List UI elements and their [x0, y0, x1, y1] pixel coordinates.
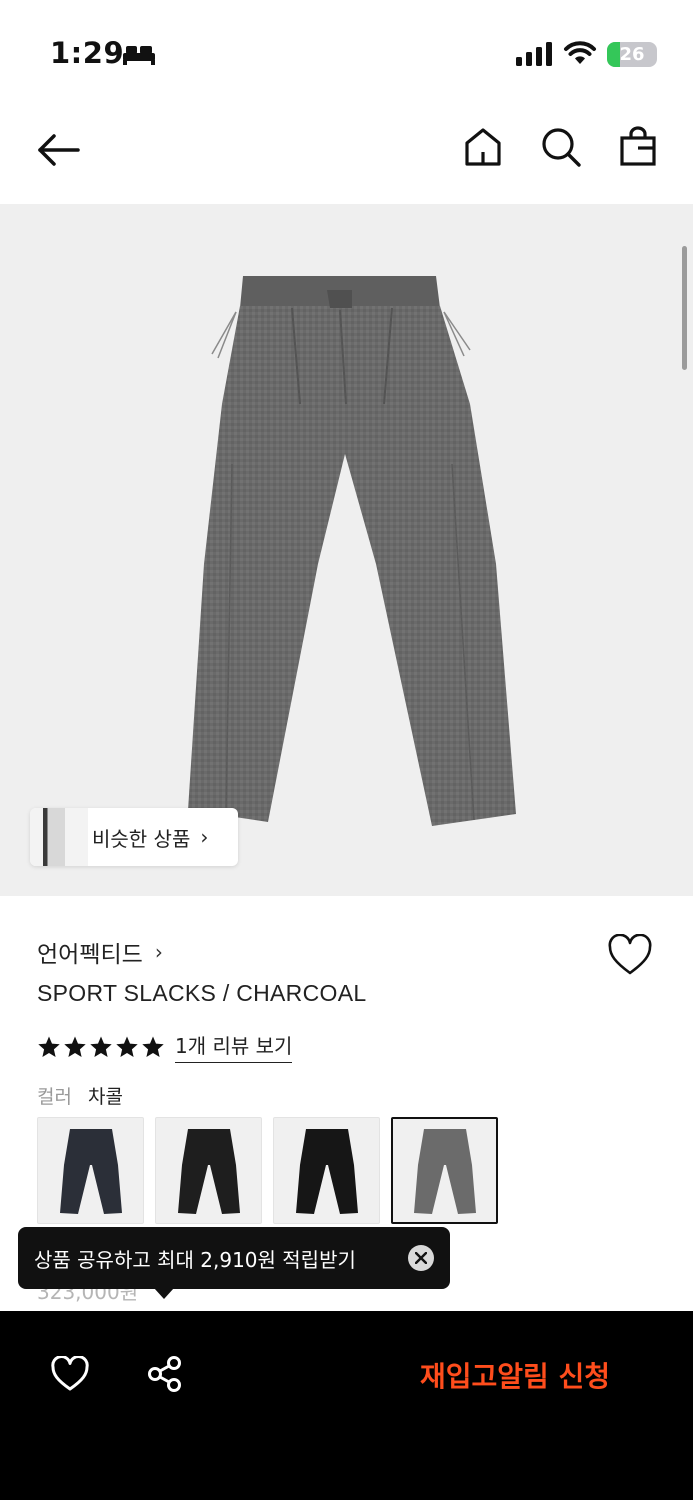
- rating-row: 1개 리뷰 보기: [37, 1030, 293, 1063]
- signal-icon: [516, 42, 552, 66]
- status-bar: 1:29 26: [0, 0, 693, 100]
- star-icon: [142, 1036, 164, 1057]
- color-value: 차콜: [88, 1086, 123, 1108]
- color-label: 컬러: [37, 1086, 72, 1108]
- sleep-mode-icon: [123, 46, 155, 65]
- similar-product-thumbnail: [30, 808, 88, 866]
- back-arrow-icon[interactable]: [34, 128, 84, 172]
- search-icon[interactable]: [540, 126, 582, 168]
- image-scrollbar[interactable]: [682, 246, 687, 370]
- star-icon: [116, 1036, 138, 1057]
- share-reward-tooltip: 상품 공유하고 최대 2,910원 적립받기: [18, 1227, 450, 1289]
- color-swatch-list: [37, 1117, 498, 1224]
- color-row: 컬러 차콜: [37, 1082, 123, 1109]
- star-icon: [64, 1036, 86, 1057]
- color-swatch-charcoal[interactable]: [391, 1117, 498, 1224]
- close-icon: [415, 1252, 427, 1264]
- wishlist-heart-icon[interactable]: [607, 934, 653, 976]
- top-nav-bar: [0, 100, 693, 204]
- trouser-thumbnail: [413, 1128, 476, 1214]
- status-time: 1:29: [50, 36, 125, 70]
- color-swatch-black-1[interactable]: [155, 1117, 262, 1224]
- trouser-thumbnail: [295, 1128, 358, 1214]
- product-title: SPORT SLACKS / CHARCOAL: [37, 980, 367, 1006]
- chevron-right-icon: ›: [200, 825, 209, 849]
- star-icon: [90, 1036, 112, 1057]
- wifi-icon: [564, 41, 596, 64]
- rating-stars: [37, 1035, 165, 1059]
- home-icon[interactable]: [463, 126, 503, 168]
- color-swatch-navy[interactable]: [37, 1117, 144, 1224]
- similar-products-label: 비슷한 상품: [92, 826, 191, 851]
- heart-icon[interactable]: [50, 1356, 90, 1392]
- battery-indicator: 26: [607, 42, 657, 67]
- shopping-bag-icon[interactable]: [618, 126, 658, 168]
- battery-level: 26: [619, 44, 645, 65]
- share-icon[interactable]: [146, 1355, 184, 1393]
- tooltip-close-button[interactable]: [408, 1245, 434, 1271]
- tooltip-text: 상품 공유하고 최대 2,910원 적립받기: [34, 1247, 356, 1272]
- star-icon: [38, 1036, 60, 1057]
- bottom-action-bar: 재입고알림 신청: [0, 1311, 693, 1500]
- product-photo-trousers: [188, 276, 516, 826]
- chevron-right-icon: ›: [154, 940, 163, 964]
- trouser-thumbnail: [59, 1128, 122, 1214]
- review-link[interactable]: 1개 리뷰 보기: [175, 1030, 293, 1063]
- tooltip-arrow: [154, 1288, 174, 1299]
- product-image-carousel[interactable]: 비슷한 상품 ›: [0, 204, 693, 896]
- color-swatch-black-2[interactable]: [273, 1117, 380, 1224]
- restock-alert-button[interactable]: 재입고알림 신청: [386, 1341, 644, 1409]
- trouser-thumbnail: [177, 1128, 240, 1214]
- brand-name: 언어펙티드: [37, 942, 143, 968]
- brand-link[interactable]: 언어펙티드 ›: [37, 935, 163, 969]
- similar-products-button[interactable]: 비슷한 상품 ›: [30, 808, 238, 866]
